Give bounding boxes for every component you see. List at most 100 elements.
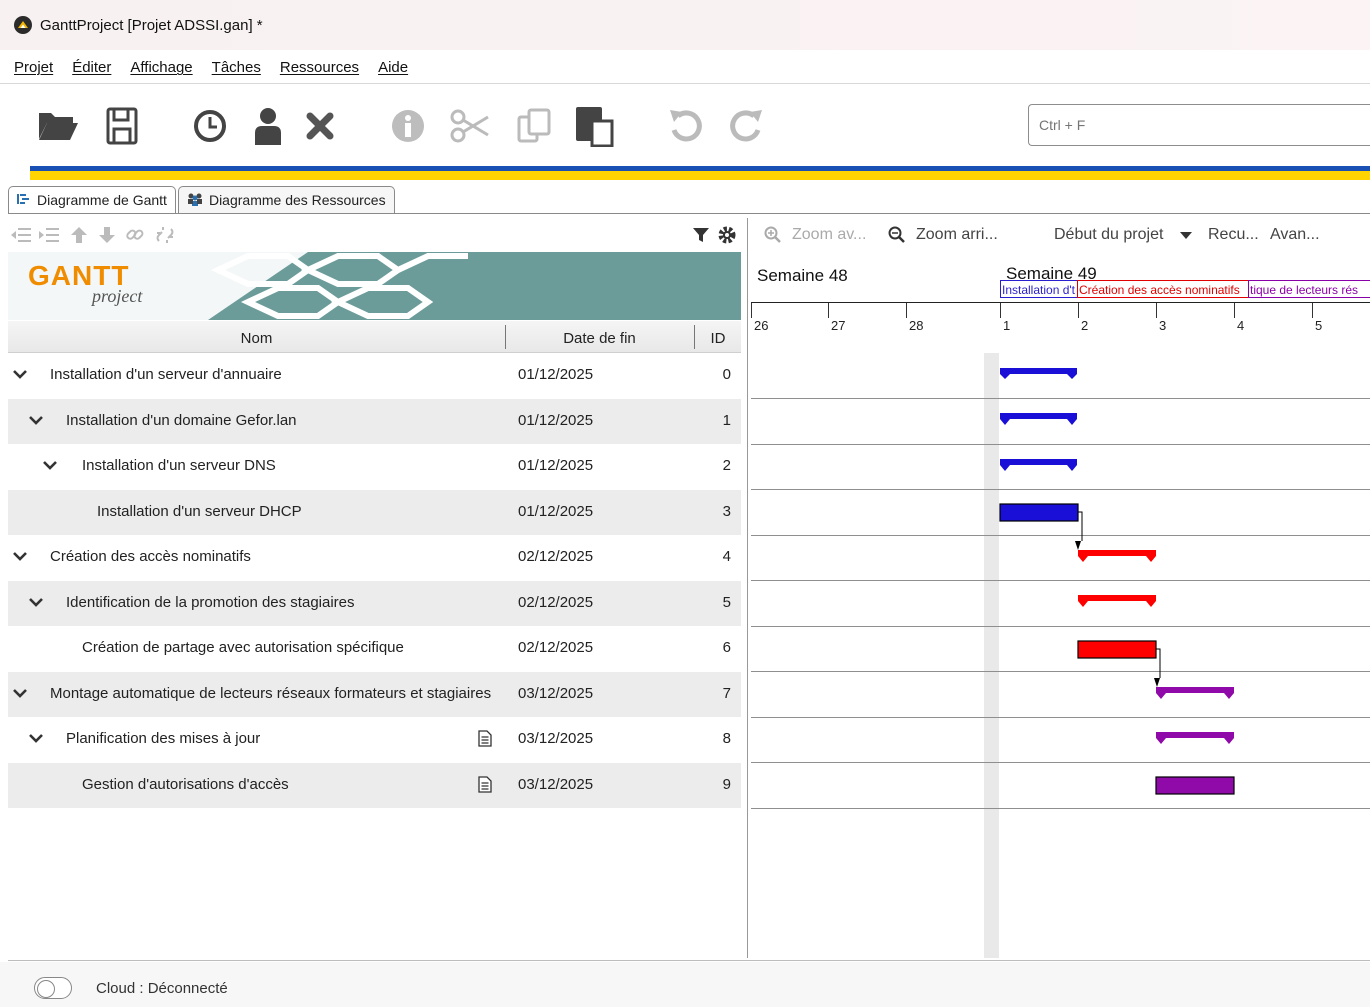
undo-icon[interactable] xyxy=(664,104,708,148)
task-bar[interactable] xyxy=(1155,776,1235,795)
indent-icon[interactable] xyxy=(38,225,60,245)
menu-editer[interactable]: Éditer xyxy=(72,59,111,76)
save-icon[interactable] xyxy=(100,104,144,148)
scroll-forward-button[interactable]: Avan... xyxy=(1270,226,1320,244)
task-end-date: 02/12/2025 xyxy=(518,593,594,611)
tab-gantt[interactable]: Diagramme de Gantt xyxy=(8,186,176,213)
menu-projet[interactable]: Projet xyxy=(14,59,53,76)
column-header-id[interactable]: ID xyxy=(695,321,741,353)
day-label: 3 xyxy=(1159,318,1167,333)
summary-task-bar[interactable] xyxy=(1000,368,1077,379)
resources-tab-icon xyxy=(187,192,203,209)
clock-icon[interactable] xyxy=(188,104,232,148)
menu-ressources[interactable]: Ressources xyxy=(280,59,359,76)
summary-task-bar[interactable] xyxy=(1000,459,1077,471)
cloud-status: Cloud : Déconnecté xyxy=(96,980,228,997)
table-row[interactable]: Identification de la promotion des stagi… xyxy=(8,580,741,626)
day-label: 5 xyxy=(1315,318,1323,333)
search-input[interactable] xyxy=(1028,104,1370,146)
chevron-down-icon[interactable] xyxy=(12,685,28,701)
task-name: Gestion d'autorisations d'accès xyxy=(82,775,289,793)
timeline-task-label[interactable]: Création des accès nominatifs xyxy=(1077,280,1249,298)
zoom-in-icon[interactable] xyxy=(764,226,782,244)
scroll-back-button[interactable]: Recu... xyxy=(1208,226,1259,244)
menu-affichage[interactable]: Affichage xyxy=(130,59,192,76)
chevron-down-icon[interactable] xyxy=(12,548,28,564)
task-id: 8 xyxy=(722,730,731,747)
task-name: Installation d'un serveur d'annuaire xyxy=(50,366,282,383)
tab-divider xyxy=(8,213,1370,214)
info-icon[interactable] xyxy=(386,104,430,148)
table-row[interactable]: Installation d'un serveur DHCP 01/12/202… xyxy=(8,489,741,535)
menu-taches[interactable]: Tâches xyxy=(212,59,261,76)
chevron-down-icon[interactable] xyxy=(42,457,58,473)
unlink-icon[interactable] xyxy=(154,225,176,245)
paste-icon[interactable] xyxy=(572,104,616,148)
table-row[interactable]: Création des accès nominatifs 02/12/2025… xyxy=(8,535,741,580)
notes-icon[interactable] xyxy=(478,730,492,747)
task-end-date: 02/12/2025 xyxy=(518,548,594,565)
chevron-down-icon[interactable] xyxy=(12,366,28,382)
redo-icon[interactable] xyxy=(724,104,768,148)
summary-task-bar[interactable] xyxy=(1078,550,1156,562)
zoom-out-button[interactable]: Zoom arri... xyxy=(916,226,998,244)
task-bar[interactable] xyxy=(999,503,1079,522)
link-icon[interactable] xyxy=(124,225,146,245)
tab-resources[interactable]: Diagramme des Ressources xyxy=(177,186,395,213)
task-end-date: 01/12/2025 xyxy=(518,411,594,429)
delete-icon[interactable] xyxy=(298,104,342,148)
timeline-task-label[interactable]: Installation d't xyxy=(1000,280,1078,298)
column-header-nom[interactable]: Nom xyxy=(8,321,505,353)
day-label: 2 xyxy=(1081,318,1089,333)
table-row[interactable]: Planification des mises à jour 03/12/202… xyxy=(8,717,741,762)
zoom-out-icon[interactable] xyxy=(888,226,906,244)
task-name: Installation d'un serveur DHCP xyxy=(97,502,302,520)
table-row[interactable]: Installation d'un serveur DNS 01/12/2025… xyxy=(8,444,741,489)
table-row[interactable]: Montage automatique de lecteurs réseaux … xyxy=(8,671,741,717)
caret-down-icon[interactable] xyxy=(1180,232,1192,240)
copy-icon[interactable] xyxy=(512,104,556,148)
filter-icon[interactable] xyxy=(690,225,712,245)
chevron-down-icon[interactable] xyxy=(28,730,44,746)
dependency-arrow-head xyxy=(1154,678,1160,687)
task-id: 1 xyxy=(722,411,731,429)
cut-icon[interactable] xyxy=(448,104,492,148)
chevron-down-icon[interactable] xyxy=(28,594,44,610)
task-table-header: Nom Date de fin ID xyxy=(8,321,741,353)
task-id: 5 xyxy=(722,593,731,611)
timeline-divider xyxy=(751,302,1370,303)
person-icon[interactable] xyxy=(246,104,290,148)
move-down-icon[interactable] xyxy=(96,225,118,245)
chevron-down-icon[interactable] xyxy=(28,412,44,428)
project-start-button[interactable]: Début du projet xyxy=(1054,226,1163,244)
task-name: Installation d'un domaine Gefor.lan xyxy=(66,411,297,429)
task-id: 7 xyxy=(722,684,731,702)
task-end-date: 01/12/2025 xyxy=(518,457,594,474)
cloud-toggle[interactable] xyxy=(34,977,72,999)
task-bar[interactable] xyxy=(1077,640,1157,659)
panel-splitter[interactable] xyxy=(747,218,750,958)
task-end-date: 01/12/2025 xyxy=(518,502,594,520)
summary-task-bar[interactable] xyxy=(1078,595,1156,607)
timeline-task-label[interactable]: tique de lecteurs rés xyxy=(1248,280,1370,298)
gantt-logo-sub: project xyxy=(92,286,143,306)
move-up-icon[interactable] xyxy=(68,225,90,245)
notes-icon[interactable] xyxy=(478,775,492,793)
title-bar: GanttProject [Projet ADSSI.gan] * xyxy=(0,0,1370,50)
menu-aide[interactable]: Aide xyxy=(378,59,408,76)
window-title: GanttProject [Projet ADSSI.gan] * xyxy=(40,16,263,34)
summary-task-bar[interactable] xyxy=(1156,732,1234,744)
table-row[interactable]: Installation d'un domaine Gefor.lan 01/1… xyxy=(8,398,741,444)
status-divider xyxy=(8,960,1370,961)
summary-task-bar[interactable] xyxy=(1000,413,1077,425)
zoom-in-button[interactable]: Zoom av... xyxy=(792,226,866,244)
summary-task-bar[interactable] xyxy=(1156,687,1234,699)
unindent-icon[interactable] xyxy=(10,225,32,245)
gear-icon[interactable] xyxy=(716,225,738,245)
task-id: 0 xyxy=(722,366,731,383)
column-header-date-fin[interactable]: Date de fin xyxy=(506,321,693,353)
table-row[interactable]: Création de partage avec autorisation sp… xyxy=(8,626,741,671)
table-row[interactable]: Gestion d'autorisations d'accès 03/12/20… xyxy=(8,762,741,808)
folder-open-icon[interactable] xyxy=(36,104,80,148)
table-row[interactable]: Installation d'un serveur d'annuaire 01/… xyxy=(8,353,741,398)
